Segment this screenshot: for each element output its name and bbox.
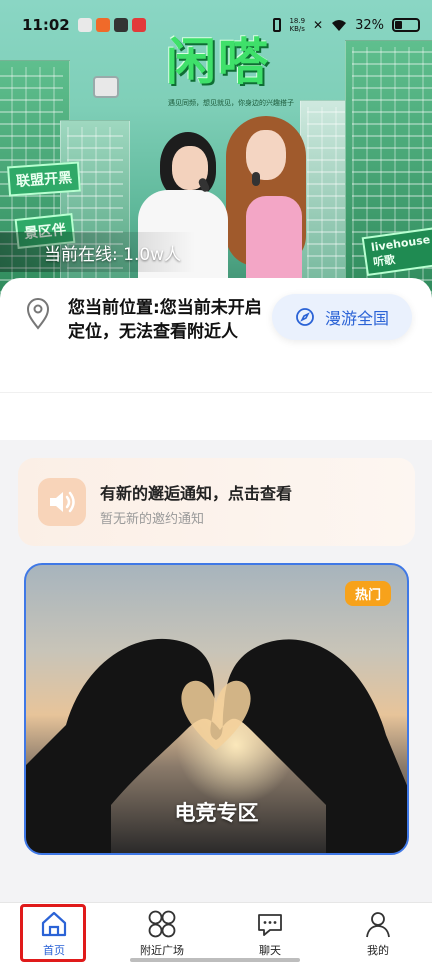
compass-icon [296, 308, 314, 326]
status-bar: 11:02 18.9 KB/s ✕ 32% [0, 0, 432, 50]
net-speed-value: 18.9 [289, 17, 306, 25]
speaker-icon [50, 491, 75, 513]
notice-title: 有新的邂逅通知，点击查看 [100, 484, 293, 503]
microphone-icon [252, 172, 260, 186]
roam-button-label: 漫游全国 [324, 309, 389, 328]
notification-icons [77, 18, 146, 32]
battery-percent: 32% [355, 17, 384, 33]
nav-nearby-label: 附近广场 [140, 944, 184, 957]
online-count: 当前在线: 1.0w人 [0, 232, 196, 272]
nav-profile[interactable]: 我的 [324, 903, 432, 964]
roam-nationwide-button[interactable]: 漫游全国 [272, 294, 412, 340]
hot-badge: 热门 [344, 581, 391, 606]
grid-circles-icon [148, 910, 176, 938]
net-speed: 18.9 KB/s [289, 17, 305, 33]
app-notification-icon [77, 18, 92, 32]
app-slogan: 遇见同频，想见就见，你身边的兴趣搭子 [168, 99, 294, 107]
chat-bubble-icon [258, 914, 282, 936]
sim-icon: ✕ [313, 18, 324, 32]
nav-nearby-square[interactable]: 附近广场 [108, 903, 216, 964]
wifi-icon [332, 20, 347, 31]
app-notification-icon [131, 18, 146, 32]
speaker-icon-box [38, 478, 86, 526]
feature-title: 电竞专区 [174, 801, 259, 825]
app-notification-icon [95, 18, 110, 32]
location-pin-icon [26, 298, 50, 330]
status-time: 11:02 [22, 16, 70, 34]
encounter-notice-card[interactable]: 有新的邂逅通知，点击查看 暂无新的邀约通知 [18, 458, 415, 546]
battery-icon [392, 18, 420, 32]
nav-chat-label: 聊天 [259, 944, 281, 957]
home-indicator [130, 958, 300, 962]
highlight-annotation [20, 904, 86, 962]
status-right: 18.9 KB/s ✕ 32% [273, 17, 420, 33]
nav-chat[interactable]: 聊天 [216, 903, 324, 964]
banner-sign: 联盟开黑 [7, 161, 81, 197]
nav-profile-label: 我的 [367, 944, 389, 957]
location-status-text: 您当前位置:您当前未开启定位，无法查看附近人 [68, 298, 262, 342]
mail-icon [113, 18, 128, 32]
camera-drone-illustration [93, 76, 119, 98]
notice-subtitle: 暂无新的邀约通知 [100, 512, 205, 527]
location-card: 您当前位置:您当前未开启定位，无法查看附近人 漫游全国 [0, 278, 432, 440]
net-speed-unit: KB/s [289, 25, 305, 33]
vibrate-icon [273, 18, 282, 32]
esports-zone-card[interactable]: 热门 电竞专区 [24, 563, 409, 855]
person-icon [366, 912, 390, 938]
divider [0, 392, 432, 393]
building-illustration [60, 120, 130, 300]
